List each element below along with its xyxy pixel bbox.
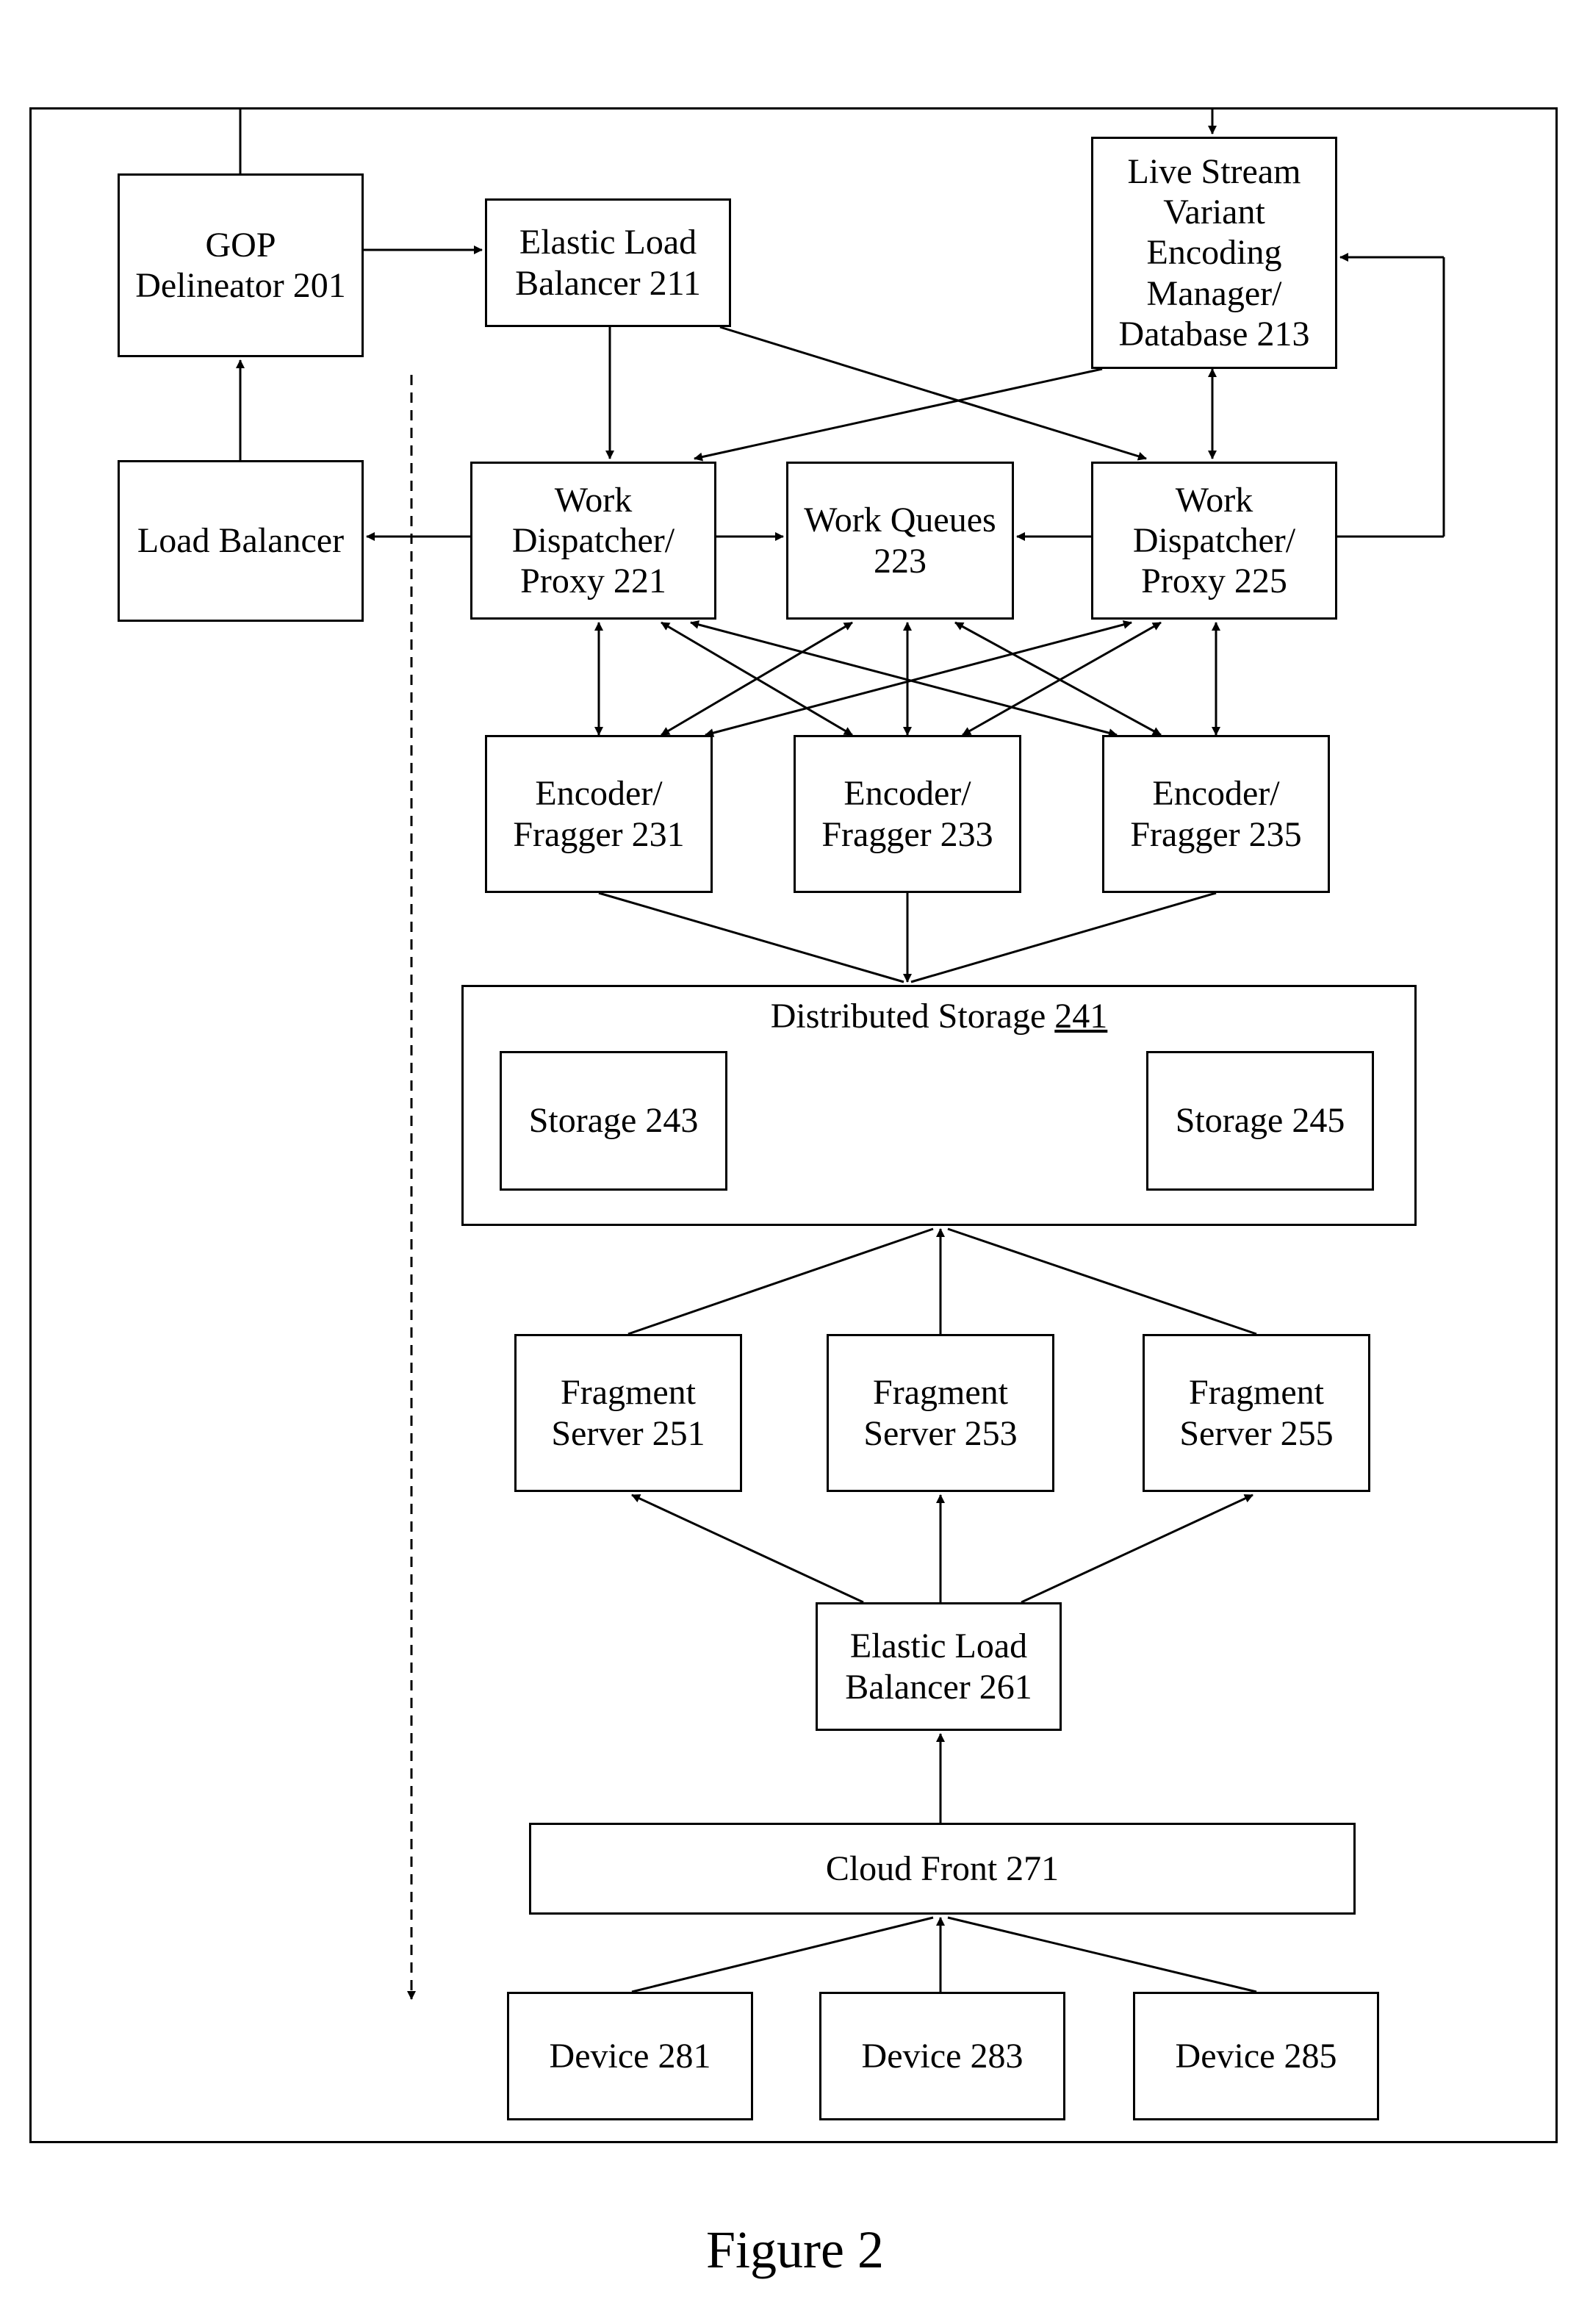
label: Fragment Server 255	[1156, 1372, 1356, 1453]
label: Live Stream Variant Encoding Manager/ Da…	[1105, 151, 1323, 354]
node-encoder-fragger-2: Encoder/ Fragger 233	[794, 735, 1021, 893]
node-encoder-fragger-1: Encoder/ Fragger 231	[485, 735, 713, 893]
figure-caption: Figure 2	[0, 2220, 1590, 2281]
label: Elastic Load Balancer 261	[830, 1626, 1048, 1707]
label: Fragment Server 253	[841, 1372, 1040, 1453]
label: Storage 243	[529, 1100, 699, 1141]
node-device-2: Device 283	[819, 1992, 1065, 2120]
label: Work Dispatcher/ Proxy 225	[1105, 480, 1323, 602]
label: Encoder/ Fragger 231	[499, 773, 699, 854]
diagram-page: GOP Delineator 201 Load Balancer Elastic…	[0, 0, 1590, 2324]
label: Elastic Load Balancer 211	[499, 222, 717, 303]
node-work-queues: Work Queues 223	[786, 462, 1014, 620]
label: Load Balancer	[137, 520, 344, 561]
label: Work Dispatcher/ Proxy 221	[484, 480, 702, 602]
node-elastic-load-balancer-bottom: Elastic Load Balancer 261	[816, 1602, 1062, 1731]
label: Distributed Storage 241	[771, 996, 1108, 1036]
label: Encoder/ Fragger 233	[807, 773, 1007, 854]
label: Device 285	[1176, 2036, 1337, 2076]
node-cloud-front: Cloud Front 271	[529, 1823, 1356, 1915]
node-storage-243: Storage 243	[500, 1051, 727, 1191]
node-fragment-server-1: Fragment Server 251	[514, 1334, 742, 1492]
label: Device 281	[550, 2036, 711, 2076]
label: Encoder/ Fragger 235	[1116, 773, 1316, 854]
node-fragment-server-2: Fragment Server 253	[827, 1334, 1054, 1492]
label: Fragment Server 251	[528, 1372, 728, 1453]
node-storage-245: Storage 245	[1146, 1051, 1374, 1191]
label: GOP Delineator 201	[132, 225, 350, 306]
node-gop-delineator: GOP Delineator 201	[118, 173, 364, 357]
node-device-1: Device 281	[507, 1992, 753, 2120]
label: Storage 245	[1176, 1100, 1345, 1141]
node-elastic-load-balancer-top: Elastic Load Balancer 211	[485, 198, 731, 327]
node-live-stream-variant-encoding-manager: Live Stream Variant Encoding Manager/ Da…	[1091, 137, 1337, 369]
node-work-dispatcher-proxy-left: Work Dispatcher/ Proxy 221	[470, 462, 716, 620]
node-encoder-fragger-3: Encoder/ Fragger 235	[1102, 735, 1330, 893]
node-device-3: Device 285	[1133, 1992, 1379, 2120]
label: Work Queues 223	[800, 500, 1000, 581]
label: Device 283	[862, 2036, 1024, 2076]
node-fragment-server-3: Fragment Server 255	[1143, 1334, 1370, 1492]
node-load-balancer: Load Balancer	[118, 460, 364, 622]
node-work-dispatcher-proxy-right: Work Dispatcher/ Proxy 225	[1091, 462, 1337, 620]
label: Cloud Front 271	[826, 1848, 1059, 1889]
